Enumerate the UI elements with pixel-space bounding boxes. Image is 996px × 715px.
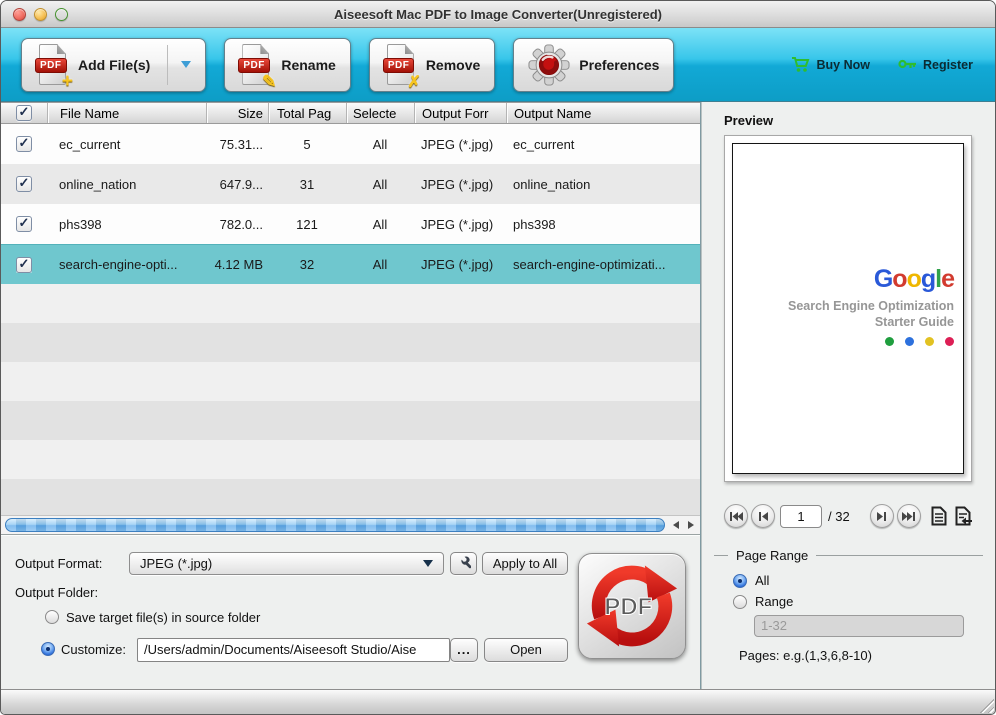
gear-icon bbox=[528, 44, 570, 86]
x-badge-icon bbox=[407, 72, 420, 91]
plus-badge-icon bbox=[62, 72, 73, 91]
preview-panel: Preview Google Search Engine Optimizatio… bbox=[701, 102, 995, 689]
range-custom-label: Range bbox=[755, 594, 793, 609]
preferences-label: Preferences bbox=[579, 57, 659, 73]
header-output-format: Output Forr bbox=[414, 103, 506, 123]
previous-page-button[interactable] bbox=[751, 504, 775, 528]
current-page-input[interactable] bbox=[780, 505, 822, 528]
add-files-button[interactable]: PDF Add File(s) bbox=[21, 38, 206, 92]
page-navigation: / 32 bbox=[724, 503, 974, 529]
preview-page: Google Search Engine Optimization Starte… bbox=[732, 143, 964, 474]
page-range-group: Page Range bbox=[714, 548, 983, 563]
pdf-convert-icon: PDF bbox=[586, 560, 678, 652]
table-header: File Name Size Total Pag Selecte Output … bbox=[1, 102, 700, 124]
remove-button[interactable]: PDF Remove bbox=[369, 38, 495, 92]
open-folder-button[interactable]: Open bbox=[484, 638, 568, 662]
goto-page-icon[interactable] bbox=[954, 504, 974, 528]
pdf-rename-icon: PDF bbox=[239, 44, 272, 85]
range-custom-radio[interactable] bbox=[733, 595, 747, 609]
scroll-left-button[interactable] bbox=[668, 517, 683, 534]
header-size: Size bbox=[206, 103, 268, 123]
output-settings-panel: Output Format: JPEG (*.jpg) Apply to All… bbox=[1, 534, 700, 689]
add-files-dropdown-arrow-icon[interactable] bbox=[181, 61, 191, 68]
output-folder-label: Output Folder: bbox=[15, 585, 98, 600]
rename-label: Rename bbox=[281, 57, 335, 73]
header-selected: Selecte bbox=[346, 103, 414, 123]
wrench-icon bbox=[456, 556, 471, 571]
buy-now-link[interactable]: Buy Now bbox=[791, 56, 869, 73]
rename-button[interactable]: PDF Rename bbox=[224, 38, 350, 92]
table-row[interactable]: ec_current 75.31... 5 All JPEG (*.jpg) e… bbox=[1, 124, 700, 164]
customize-radio[interactable] bbox=[41, 642, 55, 656]
doc-title-line2: Starter Guide bbox=[788, 314, 954, 330]
scrollbar-thumb[interactable] bbox=[5, 518, 665, 532]
horizontal-scrollbar bbox=[1, 515, 700, 534]
page-range-input[interactable]: 1-32 bbox=[754, 615, 964, 637]
header-output-name: Output Name bbox=[506, 103, 701, 123]
next-page-button[interactable] bbox=[870, 504, 894, 528]
pdf-add-icon: PDF bbox=[36, 44, 69, 85]
google-logo: Google bbox=[788, 266, 954, 292]
register-link[interactable]: Register bbox=[898, 58, 973, 72]
file-table: File Name Size Total Pag Selecte Output … bbox=[1, 102, 700, 534]
chevron-down-icon bbox=[423, 560, 433, 567]
window-title: Aiseesoft Mac PDF to Image Converter(Unr… bbox=[1, 1, 995, 28]
output-format-label: Output Format: bbox=[15, 556, 102, 571]
convert-button[interactable]: PDF bbox=[578, 553, 686, 659]
page-total-label: / 32 bbox=[828, 509, 850, 524]
title-bar: Aiseesoft Mac PDF to Image Converter(Unr… bbox=[1, 1, 995, 28]
resize-grip[interactable] bbox=[977, 696, 994, 713]
table-row-selected[interactable]: search-engine-opti... 4.12 MB 32 All JPE… bbox=[1, 244, 700, 284]
row-checkbox[interactable] bbox=[16, 176, 32, 192]
output-format-select[interactable]: JPEG (*.jpg) bbox=[129, 552, 444, 575]
page-range-legend: Page Range bbox=[736, 548, 808, 563]
status-bar bbox=[1, 689, 995, 714]
table-row[interactable]: online_nation 647.9... 31 All JPEG (*.jp… bbox=[1, 164, 700, 204]
add-files-label: Add File(s) bbox=[78, 57, 150, 73]
select-all-checkbox[interactable] bbox=[16, 105, 32, 121]
save-source-label: Save target file(s) in source folder bbox=[66, 610, 260, 625]
format-settings-button[interactable] bbox=[450, 552, 477, 575]
range-all-radio[interactable] bbox=[733, 574, 747, 588]
table-row[interactable]: phs398 782.0... 121 All JPEG (*.jpg) phs… bbox=[1, 204, 700, 244]
preview-label: Preview bbox=[724, 113, 773, 128]
remove-label: Remove bbox=[426, 57, 480, 73]
header-total-pages: Total Pag bbox=[268, 103, 346, 123]
range-all-label: All bbox=[755, 573, 769, 588]
row-checkbox[interactable] bbox=[16, 257, 32, 273]
doc-title-line1: Search Engine Optimization bbox=[788, 298, 954, 314]
customize-label: Customize: bbox=[61, 642, 126, 657]
key-icon bbox=[898, 58, 917, 71]
save-source-radio[interactable] bbox=[45, 610, 59, 624]
pdf-remove-icon: PDF bbox=[384, 44, 417, 85]
page-list-icon[interactable] bbox=[929, 504, 949, 528]
header-file-name: File Name bbox=[47, 103, 206, 123]
preview-frame: Google Search Engine Optimization Starte… bbox=[724, 135, 972, 482]
row-checkbox[interactable] bbox=[16, 216, 32, 232]
apply-to-all-button[interactable]: Apply to All bbox=[482, 552, 568, 575]
cart-icon bbox=[791, 56, 810, 73]
select-all-cell bbox=[1, 103, 47, 123]
page-range-hint: Pages: e.g.(1,3,6,8-10) bbox=[739, 648, 872, 663]
scroll-right-button[interactable] bbox=[683, 517, 698, 534]
output-path-input[interactable]: /Users/admin/Documents/Aiseesoft Studio/… bbox=[137, 638, 450, 662]
toolbar: PDF Add File(s) PDF Rename PDF Remove bbox=[1, 28, 995, 102]
preferences-button[interactable]: Preferences bbox=[513, 38, 674, 92]
pencil-badge-icon bbox=[262, 72, 276, 91]
svg-text:PDF: PDF bbox=[604, 593, 652, 620]
row-checkbox[interactable] bbox=[16, 136, 32, 152]
empty-table-rows bbox=[1, 284, 700, 515]
first-page-button[interactable] bbox=[724, 504, 748, 528]
doc-dots bbox=[788, 337, 954, 346]
app-window: Aiseesoft Mac PDF to Image Converter(Unr… bbox=[0, 0, 996, 715]
last-page-button[interactable] bbox=[897, 504, 921, 528]
button-divider bbox=[167, 45, 168, 85]
browse-button[interactable]: ... bbox=[450, 638, 478, 662]
